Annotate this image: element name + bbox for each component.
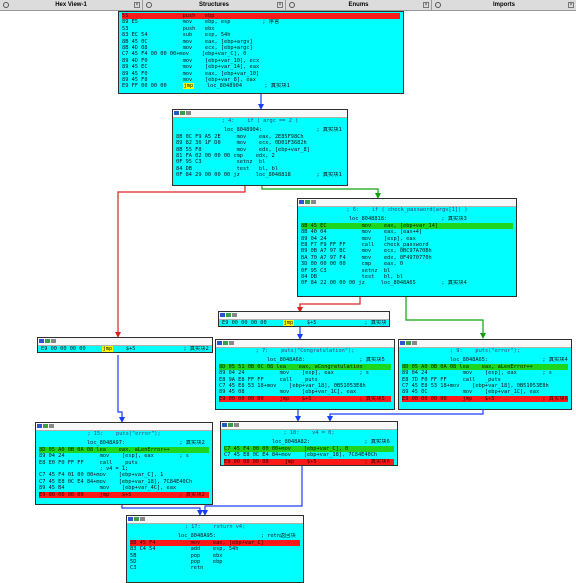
return-block[interactable]: ; 17: return v4; loc_8048A95: ; retn返回块 … [126, 515, 304, 583]
jmp-mnemonic: jmp [282, 320, 295, 326]
edge-block3-to-block4 [405, 297, 486, 339]
node-header [219, 312, 389, 320]
node-header [221, 422, 397, 430]
node-header [38, 338, 212, 346]
asm-line[interactable]: 89 04 24 mov [esp], eax ; s [402, 370, 568, 376]
jmp-mnemonic: jmp [182, 83, 195, 90]
asm-line[interactable]: 89 04 24 mov [esp], eax ; s [219, 370, 391, 376]
edge-block1-to-block3 [261, 185, 381, 199]
asm-line[interactable]: C3 retn [130, 565, 300, 571]
real-block-5[interactable]: ; 7: puts("Congratulation"); loc_8048A68… [215, 339, 395, 410]
asm-line[interactable]: loc_8048A65: ; 真实块4 [402, 357, 568, 363]
asm-line[interactable]: 0F 84 22 00 00 00 jz loc_8048A65 ; 真实块4 [301, 280, 513, 286]
asm-line[interactable]: E9 00 00 00 00 jmp $+5 ; 真实块3 [222, 320, 386, 326]
node-header [36, 423, 212, 431]
edge-block4-to-block6 [327, 410, 484, 422]
asm-line[interactable]: loc_8048A95: ; retn返回块 [130, 533, 300, 539]
node-header [127, 516, 303, 524]
asm-line[interactable]: loc_8048904: ; 真实块1 [176, 127, 344, 133]
asm-line[interactable]: E9 FF 00 00 00 jmp loc_8048904 ; 真实块1 [122, 83, 400, 90]
asm-line[interactable]: 0F 84 29 00 00 00 jz loc_8048818 ; 真实块1 [176, 172, 344, 178]
asm-line[interactable]: E9 00 00 00 00 jmp $+5 ; 真实块2 [39, 491, 209, 498]
asm-line[interactable]: E9 00 00 00 00 jmp $+5 ; 真实块6 [224, 458, 394, 465]
asm-line[interactable]: E9 00 00 00 00 jmp $+5 ; 真实块6 [402, 395, 568, 403]
asm-line[interactable]: C7 45 E8 0C E4 84+mov [ebp+var_18], 7C84… [224, 452, 394, 458]
jmp-mnemonic: jmp [101, 346, 114, 352]
asm-line[interactable]: 89 04 24 mov [esp], eax ; s [39, 453, 209, 459]
jmp-block-2[interactable]: E9 00 00 00 00 jmp $+5 ; 真实块2 [37, 337, 213, 353]
asm-line[interactable]: E9 00 00 00 00 jmp $+5 ; 真实块5 [219, 395, 391, 403]
asm-line[interactable]: E9 00 00 00 00 jmp $+5 ; 真实块2 [41, 346, 209, 352]
real-block-3[interactable]: ; 6: if ( check_password(argv[1]) ) loc_… [297, 198, 517, 297]
real-block-6[interactable]: ; 10: v4 = 0; loc_8048A82: ; 真实块6 C7 45 … [220, 421, 398, 466]
node-header [216, 340, 394, 348]
node-header [173, 110, 347, 118]
real-block-4[interactable]: ; 9: puts("error"); loc_8048A65: ; 真实块4 … [398, 339, 572, 410]
edge-block6-to-return [202, 465, 303, 516]
asm-line[interactable]: loc_8048A97: ; 真实块2 [39, 440, 209, 446]
asm-line[interactable]: loc_8048A82: ; 真实块6 [224, 439, 394, 445]
real-block-2[interactable]: ; 15: puts("error"); loc_8048A97: ; 真实块2… [35, 422, 213, 505]
node-header [298, 199, 516, 207]
real-block-1[interactable]: ; 4: if ( argc == 2 ) loc_8048904: ; 真实块… [172, 109, 348, 186]
edge-block2jmp-to-block2 [117, 355, 125, 423]
asm-line[interactable]: loc_8048A68: ; 真实块5 [219, 357, 391, 363]
edge-block3-to-jmp [297, 297, 361, 313]
edge-block2-to-return [121, 504, 203, 516]
entry-block[interactable]: 55 push ebp 89 E5 mov ebp, esp ; 序言 53 p… [118, 11, 404, 94]
jmp-block-3[interactable]: E9 00 00 00 00 jmp $+5 ; 真实块3 [218, 311, 390, 327]
node-header [399, 340, 571, 348]
